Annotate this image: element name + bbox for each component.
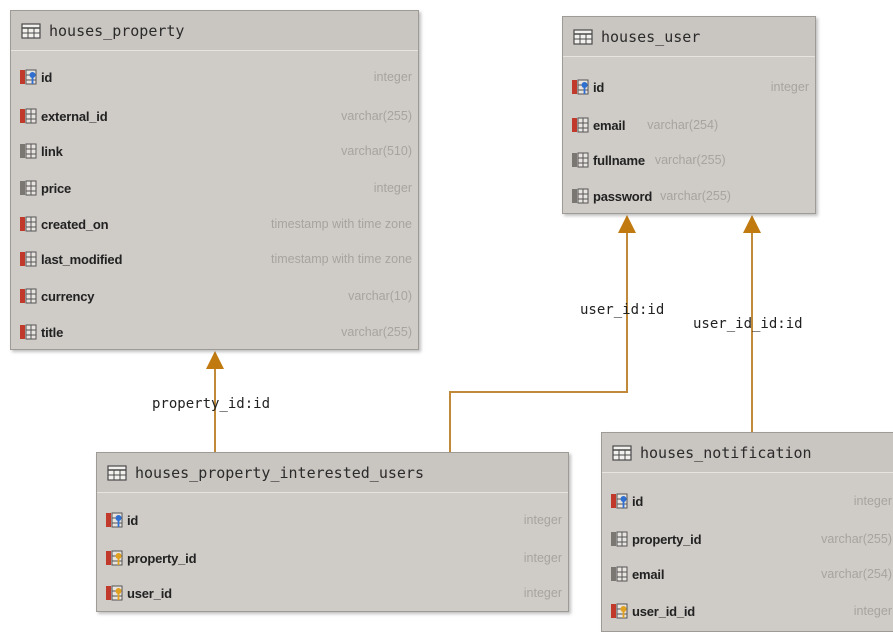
primary-key-icon <box>610 492 628 510</box>
column-type: varchar(254) <box>647 118 719 132</box>
column-row[interactable]: email varchar(254) <box>610 564 892 584</box>
relation-line-user <box>449 232 628 452</box>
table-icon <box>612 444 632 461</box>
column-icon <box>19 287 37 305</box>
column-type: varchar(10) <box>348 289 412 303</box>
column-row[interactable]: currency varchar(10) <box>19 286 412 306</box>
table-icon <box>573 28 593 45</box>
column-name: currency <box>41 288 95 304</box>
column-name: created_on <box>41 216 109 232</box>
column-type: varchar(255) <box>341 325 412 339</box>
arrowhead-property <box>206 351 224 369</box>
column-name: link <box>41 143 63 159</box>
column-icon <box>571 116 589 134</box>
column-icon <box>571 151 589 169</box>
column-row[interactable]: property_id integer <box>105 548 562 568</box>
column-type: integer <box>770 80 809 94</box>
column-name: password <box>593 188 653 204</box>
column-type: integer <box>523 586 562 600</box>
column-row[interactable]: property_id varchar(255) <box>610 529 892 549</box>
column-type: varchar(510) <box>341 144 412 158</box>
table-name: houses_property_interested_users <box>135 463 424 482</box>
column-name: id <box>41 69 53 85</box>
primary-key-icon <box>571 78 589 96</box>
column-name: user_id_id <box>632 603 696 619</box>
column-row[interactable]: user_id integer <box>105 583 562 603</box>
column-name: id <box>127 512 139 528</box>
column-row[interactable]: id integer <box>105 510 562 530</box>
column-name: last_modified <box>41 251 123 267</box>
arrowhead-notification <box>743 215 761 233</box>
column-row[interactable]: password varchar(255) <box>571 186 809 206</box>
table-icon <box>21 22 41 39</box>
column-row[interactable]: external_id varchar(255) <box>19 106 412 126</box>
column-icon <box>610 565 628 583</box>
column-name: property_id <box>127 550 197 566</box>
column-type: timestamp with time zone <box>270 217 412 231</box>
column-name: id <box>593 79 605 95</box>
column-type: integer <box>853 494 892 508</box>
column-row[interactable]: id integer <box>571 77 809 97</box>
column-name: property_id <box>632 531 702 547</box>
table-name: houses_notification <box>640 443 812 462</box>
column-name: user_id <box>127 585 172 601</box>
column-row[interactable]: fullname varchar(255) <box>571 150 809 170</box>
column-type: integer <box>523 551 562 565</box>
column-row[interactable]: id integer <box>610 491 892 511</box>
column-row[interactable]: last_modified timestamp with time zone <box>19 249 412 269</box>
primary-key-icon <box>19 68 37 86</box>
foreign-key-icon <box>105 549 123 567</box>
table-houses-property[interactable]: houses_property id integer external_id v… <box>10 10 419 350</box>
column-icon <box>19 323 37 341</box>
foreign-key-icon <box>610 602 628 620</box>
column-icon <box>610 530 628 548</box>
relation-label-property: property_id:id <box>152 396 271 412</box>
column-type: integer <box>373 70 412 84</box>
table-houses-user[interactable]: houses_user id integer email varchar(254… <box>562 16 816 214</box>
column-name: email <box>593 117 626 133</box>
column-name: email <box>632 566 665 582</box>
table-houses-notification[interactable]: houses_notification id integer property_… <box>601 432 893 632</box>
column-row[interactable]: link varchar(510) <box>19 141 412 161</box>
arrowhead-user <box>618 215 636 233</box>
column-type: varchar(254) <box>821 567 892 581</box>
table-header[interactable]: houses_user <box>563 17 815 57</box>
relation-label-notification: user_id_id:id <box>693 316 803 332</box>
column-name: id <box>632 493 644 509</box>
column-icon <box>571 187 589 205</box>
column-row[interactable]: price integer <box>19 178 412 198</box>
column-type: varchar(255) <box>660 189 731 203</box>
column-icon <box>19 142 37 160</box>
column-type: varchar(255) <box>654 153 726 167</box>
column-name: title <box>41 324 64 340</box>
table-name: houses_user <box>601 27 701 46</box>
column-icon <box>19 179 37 197</box>
column-icon <box>19 215 37 233</box>
column-row[interactable]: email varchar(254) <box>571 115 809 135</box>
table-header[interactable]: houses_property <box>11 11 418 51</box>
column-type: timestamp with time zone <box>270 252 412 266</box>
table-name: houses_property <box>49 21 185 40</box>
relation-label-user: user_id:id <box>580 302 665 318</box>
table-icon <box>107 464 127 481</box>
table-houses-property-interested-users[interactable]: houses_property_interested_users id inte… <box>96 452 569 612</box>
column-type: varchar(255) <box>341 109 412 123</box>
column-type: varchar(255) <box>821 532 892 546</box>
column-row[interactable]: user_id_id integer <box>610 601 892 621</box>
column-row[interactable]: id integer <box>19 67 412 87</box>
column-icon <box>19 107 37 125</box>
table-header[interactable]: houses_notification <box>602 433 893 473</box>
column-icon <box>19 250 37 268</box>
column-row[interactable]: title varchar(255) <box>19 322 412 342</box>
column-type: integer <box>853 604 892 618</box>
column-row[interactable]: created_on timestamp with time zone <box>19 214 412 234</box>
column-name: external_id <box>41 108 108 124</box>
column-type: integer <box>373 181 412 195</box>
column-name: fullname <box>593 152 645 168</box>
primary-key-icon <box>105 511 123 529</box>
column-type: integer <box>523 513 562 527</box>
foreign-key-icon <box>105 584 123 602</box>
column-name: price <box>41 180 72 196</box>
table-header[interactable]: houses_property_interested_users <box>97 453 568 493</box>
